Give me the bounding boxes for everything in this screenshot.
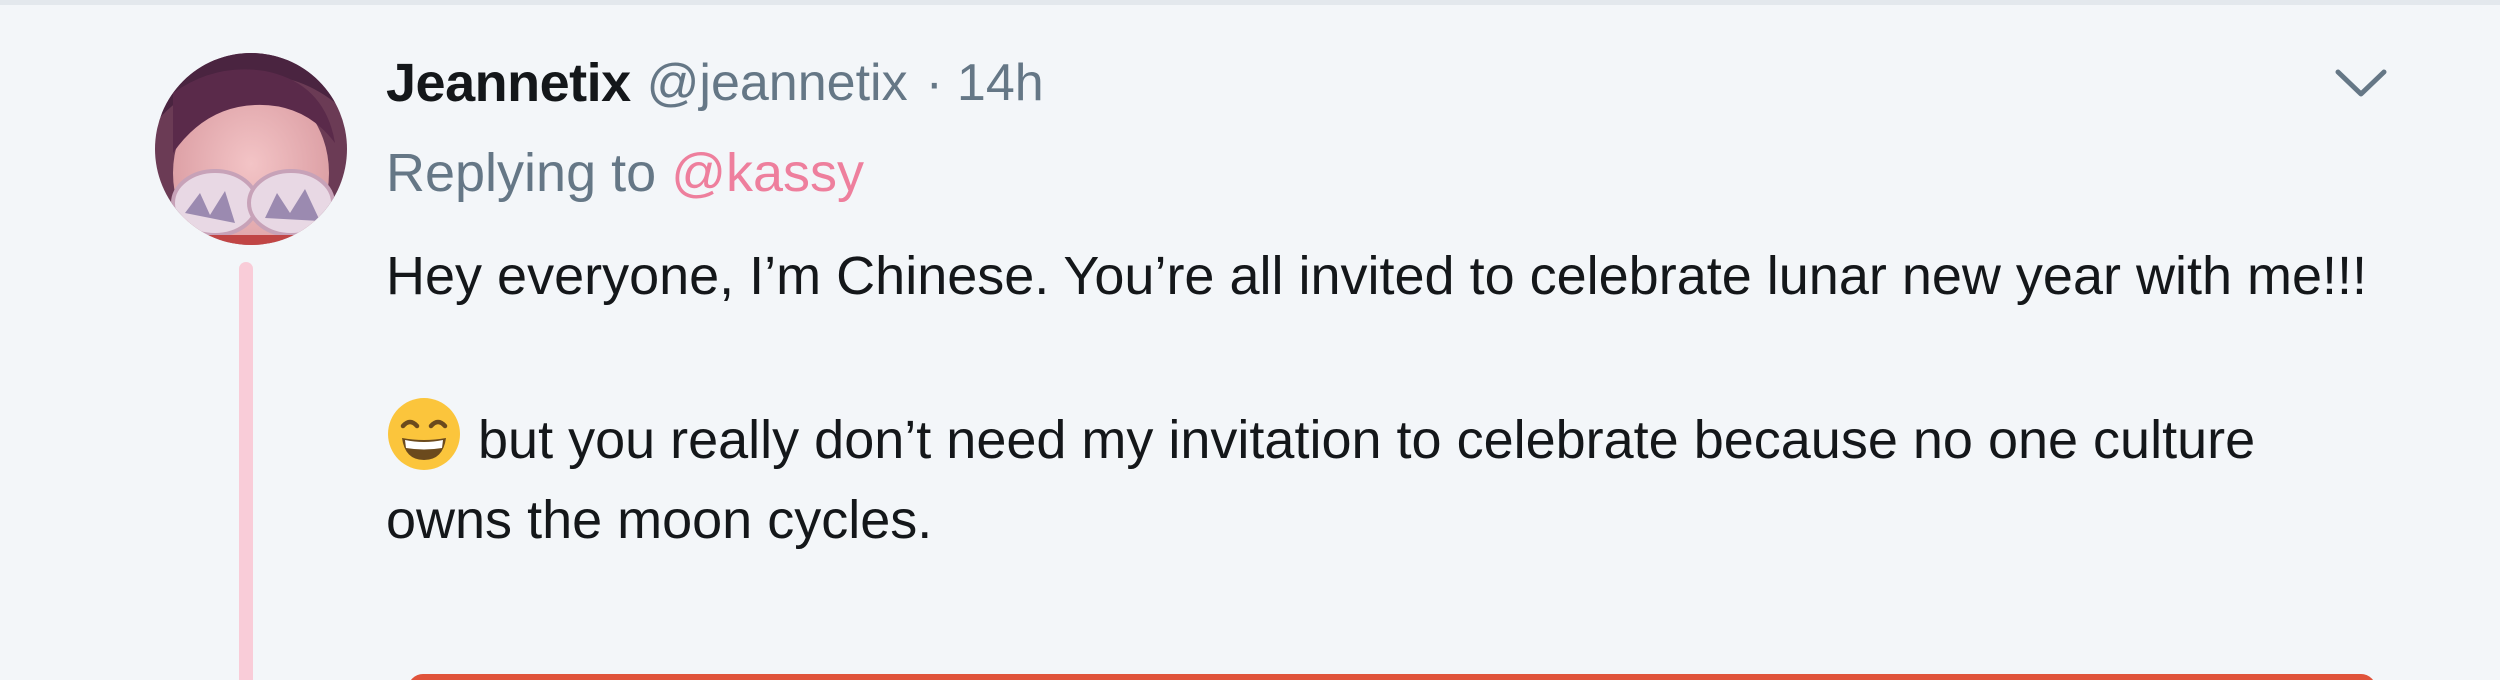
replying-to-mention[interactable]: @kassy	[671, 143, 864, 203]
grinning-face-emoji-icon	[386, 396, 462, 472]
header-separator: ·	[925, 54, 943, 112]
tweet-paragraph-2-line: but you really don’t need my invitation …	[386, 396, 2386, 560]
media-card-preview[interactable]	[408, 674, 2376, 680]
tweet-header: Jeannetix @jeannetix · 14h	[386, 46, 1044, 120]
author-name[interactable]: Jeannetix	[386, 52, 631, 114]
replying-to-prefix: Replying to	[386, 143, 657, 203]
chevron-down-icon[interactable]	[2332, 64, 2390, 104]
tweet-timestamp[interactable]: 14h	[957, 53, 1044, 113]
tweet-paragraph-2: but you really don’t need my invitation …	[386, 410, 2256, 550]
avatar[interactable]	[155, 53, 347, 245]
tweet-page: Jeannetix @jeannetix · 14h Replying to @…	[0, 0, 2500, 680]
thread-connector-line	[239, 262, 253, 680]
tweet-paragraph-1: Hey everyone, I’m Chinese. You’re all in…	[386, 246, 2368, 306]
avatar-image	[155, 53, 347, 245]
tweet-body: Hey everyone, I’m Chinese. You’re all in…	[386, 236, 2386, 560]
top-divider	[0, 0, 2500, 5]
replying-to-line: Replying to @kassy	[386, 142, 864, 204]
author-handle[interactable]: @jeannetix	[647, 53, 908, 113]
